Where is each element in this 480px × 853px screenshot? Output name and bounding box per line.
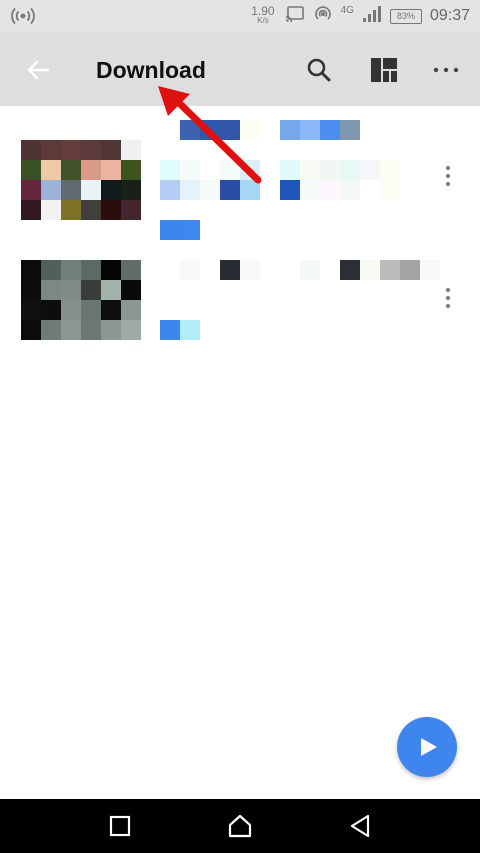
file-name-pixels bbox=[160, 260, 440, 280]
more-vertical-icon bbox=[446, 288, 450, 308]
triangle-back-icon bbox=[350, 814, 370, 838]
square-recent-icon bbox=[109, 815, 131, 837]
network-type: 4G bbox=[340, 4, 354, 16]
wifi-call-icon bbox=[313, 5, 333, 28]
more-options-button[interactable] bbox=[430, 54, 462, 86]
back-nav-button[interactable] bbox=[345, 811, 375, 841]
signal-icon bbox=[362, 5, 382, 27]
clock: 09:37 bbox=[429, 7, 470, 24]
play-icon bbox=[421, 738, 437, 756]
arrow-left-icon bbox=[27, 60, 50, 80]
screen: 1.90 K/s 4G 83% 09:37 Download bbox=[0, 0, 480, 853]
file-tag-pixels bbox=[160, 220, 200, 240]
home-button[interactable] bbox=[225, 811, 255, 841]
search-icon bbox=[307, 58, 331, 82]
file-list-item[interactable] bbox=[0, 250, 480, 360]
file-thumbnail bbox=[21, 140, 141, 220]
play-fab-button[interactable] bbox=[397, 717, 457, 777]
status-right: 1.90 K/s 4G 83% 09:37 bbox=[251, 0, 470, 32]
file-thumbnail bbox=[21, 260, 141, 340]
more-horizontal-icon bbox=[433, 67, 459, 73]
grid-layout-icon bbox=[371, 58, 397, 82]
annotation-arrow bbox=[158, 86, 262, 184]
speed-value: 1.90 bbox=[251, 4, 275, 18]
layout-toggle-button[interactable] bbox=[368, 54, 400, 86]
status-bar: 1.90 K/s 4G 83% 09:37 bbox=[0, 0, 480, 32]
screen-cast-icon bbox=[285, 5, 305, 28]
item-more-button[interactable] bbox=[438, 164, 458, 188]
hotspot-icon bbox=[10, 6, 36, 31]
file-tag-pixels bbox=[160, 320, 200, 340]
recent-apps-button[interactable] bbox=[105, 811, 135, 841]
network-speed: 1.90 K/s bbox=[251, 4, 275, 25]
more-vertical-icon bbox=[446, 166, 450, 186]
speed-unit: K/s bbox=[257, 16, 269, 25]
search-button[interactable] bbox=[303, 54, 335, 86]
home-icon bbox=[228, 814, 252, 838]
battery-indicator: 83% bbox=[389, 8, 422, 24]
item-more-button[interactable] bbox=[438, 286, 458, 310]
back-button[interactable] bbox=[22, 54, 54, 86]
system-nav-bar bbox=[0, 799, 480, 853]
